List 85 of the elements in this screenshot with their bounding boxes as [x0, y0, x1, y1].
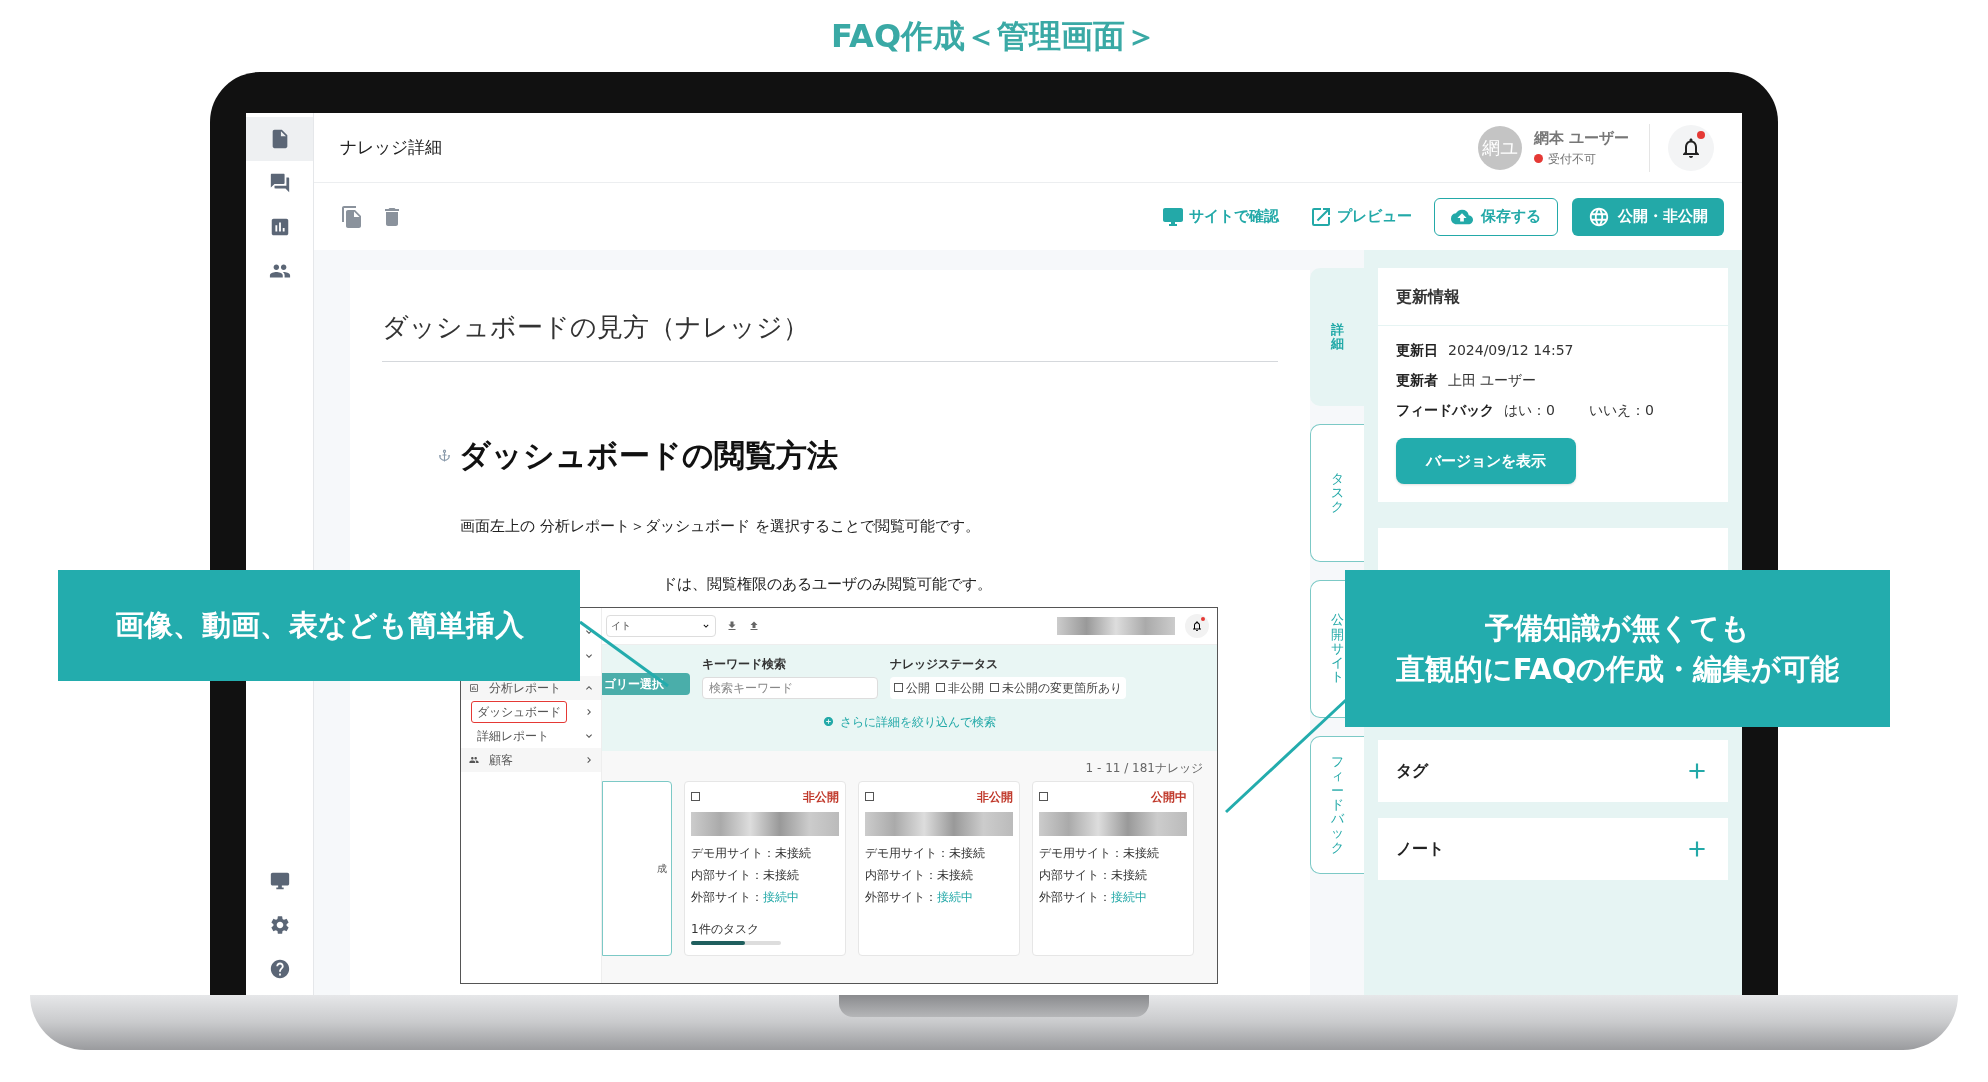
people-icon [469, 754, 479, 765]
nav-item[interactable]: 詳細レポート [471, 724, 555, 747]
info-value: いいえ：0 [1588, 401, 1654, 420]
page-heading: ナレッジ詳細 [340, 135, 442, 159]
callout-text: 予備知識が無くても [1485, 609, 1750, 647]
user-avatar[interactable]: 網ユ [1477, 125, 1522, 170]
task-count: 1件のタスク [691, 920, 760, 938]
upload-icon[interactable] [748, 619, 760, 632]
knowledge-card[interactable]: 非公開 デモ用サイト：未接続 内部サイト：未接続 外部サイト：接続中 [858, 780, 1020, 956]
section-card[interactable]: ノート [1378, 818, 1728, 880]
field-label: ナレッジステータス [890, 655, 999, 673]
nav-item[interactable]: ダッシュボード [471, 700, 567, 723]
checkbox-label: 未公開の変更箇所あり [1002, 679, 1122, 697]
connection-status: デモ用サイト：未接続 [691, 844, 812, 862]
page-title: FAQ作成＜管理画面＞ [830, 16, 1158, 57]
advanced-search-link[interactable]: さらに詳細を絞り込んで検索 [840, 712, 996, 731]
anchor-icon [438, 448, 451, 462]
info-value: はい：0 [1504, 401, 1555, 420]
monitor-icon [268, 870, 291, 892]
side-tab[interactable]: タスク [1310, 424, 1364, 562]
card-title: 更新情報 [1396, 285, 1460, 308]
connection-status: デモ用サイト：未接続 [865, 844, 986, 862]
checkbox[interactable] [990, 683, 999, 692]
checkbox[interactable] [894, 683, 903, 692]
chat-icon [268, 172, 291, 194]
status-label: 非公開 [803, 788, 839, 806]
checkbox[interactable] [691, 792, 700, 801]
side-tab[interactable]: 詳細 [1310, 268, 1364, 406]
checkbox-label: 公開 [906, 679, 930, 697]
info-value: 上田 ユーザー [1448, 371, 1537, 390]
document-title: ダッシュボードの見方（ナレッジ） [382, 312, 809, 342]
version-button[interactable]: バージョンを表示 [1396, 438, 1576, 484]
toolbar-link[interactable]: プレビュー [1301, 198, 1420, 235]
paragraph: ドは、閲覧権限のあるユーザのみ閲覧可能です。 [662, 574, 992, 596]
tab-label: フィードバック [1331, 754, 1344, 856]
sidebar-item[interactable] [246, 117, 313, 161]
user-status: 受付不可 [1547, 150, 1596, 168]
status-label: 非公開 [977, 788, 1013, 806]
checkbox-label: 非公開 [948, 679, 984, 697]
connection-status: 内部サイト：未接続 [691, 866, 800, 884]
callout-text: 画像、動画、表なども簡単挿入 [114, 607, 524, 645]
notification-button[interactable] [1668, 124, 1714, 171]
callout-text: 直観的にFAQの作成・編集が可能 [1395, 650, 1840, 688]
save-button[interactable]: 保存する [1434, 197, 1558, 236]
tab-label: 公開サイト [1331, 613, 1344, 685]
copy-icon[interactable] [340, 204, 364, 229]
globe-icon [1588, 205, 1610, 228]
checkbox[interactable] [936, 683, 945, 692]
connection-status: 内部サイト：未接続 [1039, 866, 1148, 884]
section-heading: ダッシュボードの閲覧方法 [459, 436, 838, 475]
info-label: フィードバック [1396, 401, 1494, 420]
connection-status: 外部サイト：接続中 [865, 888, 974, 906]
side-tab[interactable]: フィードバック [1310, 736, 1364, 874]
connection-status: 外部サイト：接続中 [691, 888, 800, 906]
info-label: 更新日 [1396, 341, 1438, 360]
section-card[interactable]: タグ [1378, 740, 1728, 802]
knowledge-card[interactable]: 非公開 デモ用サイト：未接続 内部サイト：未接続 外部サイト：接続中 1件のタスク [684, 780, 846, 956]
field-label: キーワード検索 [702, 655, 787, 673]
toolbar-link[interactable]: サイトで確認 [1153, 198, 1287, 235]
connection-status: 外部サイト：接続中 [1039, 888, 1148, 906]
knowledge-card[interactable]: 公開中 デモ用サイト：未接続 内部サイト：未接続 外部サイト：接続中 [1032, 780, 1194, 956]
connection-status: デモ用サイト：未接続 [1039, 844, 1160, 862]
info-value: 2024/09/12 14:57 [1448, 341, 1574, 360]
info-label: 更新者 [1396, 371, 1438, 390]
checkbox[interactable] [865, 792, 874, 801]
download-icon[interactable] [726, 619, 738, 632]
chart-icon [469, 682, 479, 693]
connection-status: 内部サイト：未接続 [865, 866, 974, 884]
bell-icon [1191, 619, 1203, 632]
checkbox[interactable] [1039, 792, 1048, 801]
section-label: ノート [1396, 838, 1444, 860]
help-icon [268, 958, 291, 980]
tab-label: タスク [1331, 471, 1344, 515]
site-select[interactable]: イト [606, 614, 716, 637]
keyword-input[interactable]: 検索キーワード [702, 676, 878, 699]
settings-icon [268, 914, 291, 936]
paragraph: 画面左上の 分析レポート＞ダッシュボード を選択することで閲覧可能です。 [460, 515, 981, 537]
section-label: タグ [1396, 760, 1428, 782]
publish-button[interactable]: 公開・非公開 [1572, 197, 1724, 236]
result-count: 1 - 11 / 181ナレッジ [1085, 759, 1203, 775]
card-text: 成 [657, 861, 667, 876]
status-label: 公開中 [1151, 788, 1187, 806]
notification-button[interactable] [1185, 613, 1209, 638]
tab-label: 詳細 [1330, 322, 1344, 352]
user-name: 網本 ユーザー [1533, 128, 1629, 150]
